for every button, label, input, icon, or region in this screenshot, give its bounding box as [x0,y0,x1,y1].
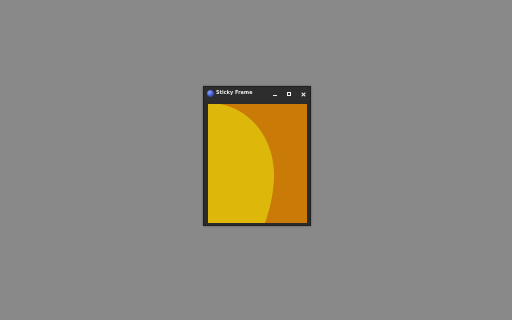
window-title: Sticky Frame [216,90,253,96]
desktop-background: Sticky Frame [0,0,512,320]
sticky-frame-window: Sticky Frame [203,86,311,226]
window-controls [270,88,308,100]
app-logo-icon [207,90,214,97]
maximize-icon[interactable] [284,89,294,99]
frame-artwork [208,104,307,223]
frame-content [208,104,307,223]
minimize-icon[interactable] [270,89,280,99]
window-titlebar[interactable]: Sticky Frame [204,87,310,101]
close-icon[interactable] [298,89,308,99]
